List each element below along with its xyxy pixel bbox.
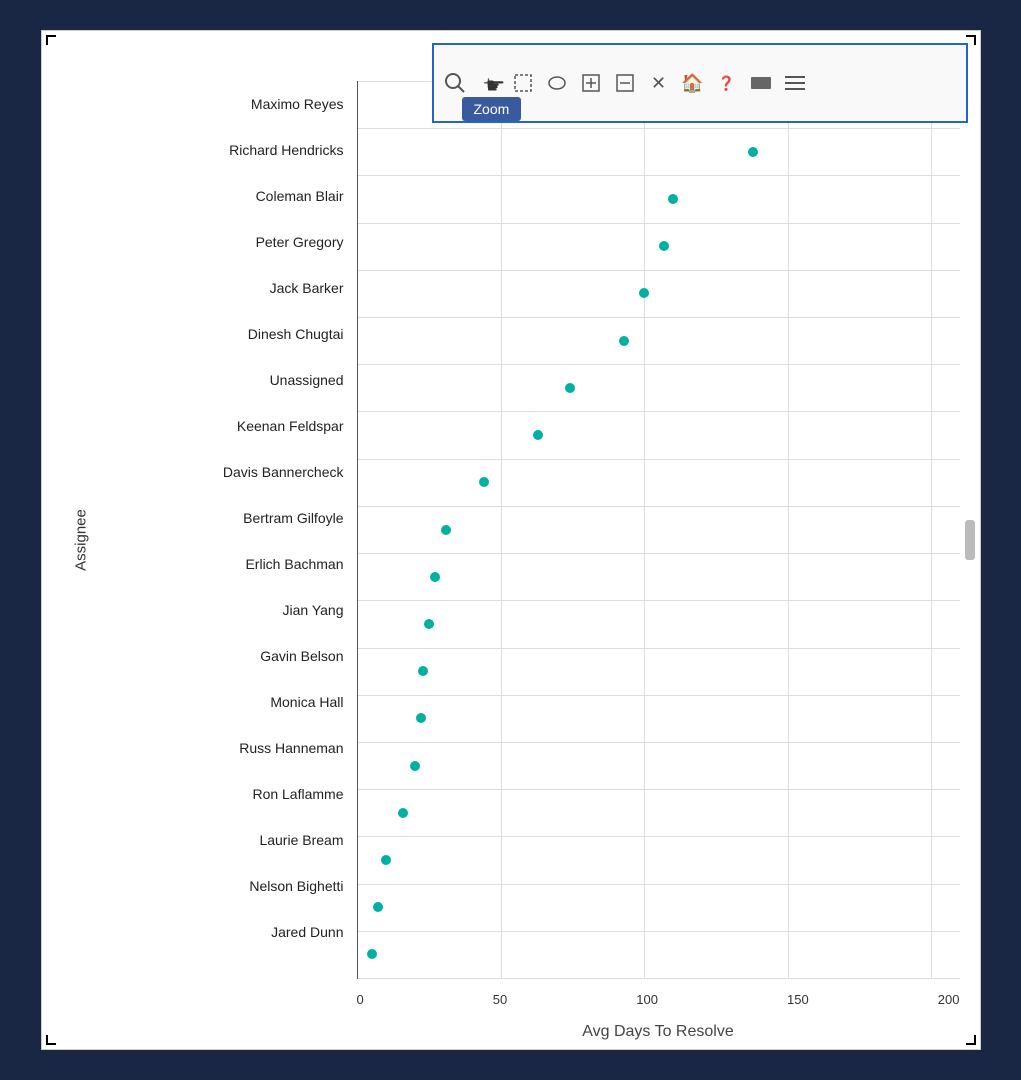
- grid-line-horizontal: [358, 553, 960, 554]
- grid-line-horizontal: [358, 742, 960, 743]
- add-tool-icon[interactable]: +: [476, 70, 502, 96]
- plus-tool-icon[interactable]: [578, 70, 604, 96]
- chart-toolbar: + ✕ 🏠 ❓ ☛ Zoom: [432, 43, 968, 123]
- data-dot[interactable]: [430, 572, 440, 582]
- grid-line-horizontal: [358, 364, 960, 365]
- row-label: Coleman Blair: [72, 173, 352, 219]
- grid-line-vertical: [501, 81, 502, 978]
- grid-line-horizontal: [358, 317, 960, 318]
- x-tick-label: 150: [787, 992, 809, 1007]
- data-dot[interactable]: [381, 855, 391, 865]
- chart-container: + ✕ 🏠 ❓ ☛ Zoom Assignee Maximo ReyesRich…: [41, 30, 981, 1050]
- x-axis-title: Avg Days To Resolve: [357, 1023, 960, 1041]
- grid-line-horizontal: [358, 836, 960, 837]
- row-label: Jared Dunn: [72, 909, 352, 955]
- data-dot[interactable]: [668, 194, 678, 204]
- data-dot[interactable]: [748, 147, 758, 157]
- row-label: Bertram Gilfoyle: [72, 495, 352, 541]
- data-dot[interactable]: [416, 713, 426, 723]
- minus-tool-icon[interactable]: [612, 70, 638, 96]
- x-tick-label: 0: [357, 992, 364, 1007]
- grid-line-horizontal: [358, 884, 960, 885]
- scroll-handle[interactable]: [965, 520, 975, 560]
- grid-line-vertical: [644, 81, 645, 978]
- grid-line-horizontal: [358, 175, 960, 176]
- grid-line-horizontal: [358, 223, 960, 224]
- data-dot[interactable]: [410, 761, 420, 771]
- grid-line-horizontal: [358, 789, 960, 790]
- home-tool-icon[interactable]: 🏠: [680, 70, 706, 96]
- x-tick-label: 200: [938, 992, 960, 1007]
- grid-line-horizontal: [358, 411, 960, 412]
- grid-line-vertical: [788, 81, 789, 978]
- data-dot[interactable]: [398, 808, 408, 818]
- row-label: Davis Bannercheck: [72, 449, 352, 495]
- rectangle-tool-icon[interactable]: [748, 70, 774, 96]
- row-label: Unassigned: [72, 357, 352, 403]
- grid-line-horizontal: [358, 459, 960, 460]
- grid-line-horizontal: [358, 600, 960, 601]
- grid-line-horizontal: [358, 978, 960, 979]
- grid-line-horizontal: [358, 506, 960, 507]
- row-label: Laurie Bream: [72, 817, 352, 863]
- row-label: Keenan Feldspar: [72, 403, 352, 449]
- data-dot[interactable]: [565, 383, 575, 393]
- x-tick-label: 100: [636, 992, 658, 1007]
- data-dot[interactable]: [659, 241, 669, 251]
- row-label: Gavin Belson: [72, 633, 352, 679]
- grid-line-horizontal: [358, 270, 960, 271]
- row-label: Erlich Bachman: [72, 541, 352, 587]
- grid-line-vertical: [931, 81, 932, 978]
- corner-decoration-tl: [46, 35, 56, 45]
- x-axis-ticks: 0 50 100 150 200: [357, 992, 960, 1007]
- row-label: Russ Hanneman: [72, 725, 352, 771]
- row-label: Jian Yang: [72, 587, 352, 633]
- row-label: Jack Barker: [72, 265, 352, 311]
- row-label: Ron Laflamme: [72, 771, 352, 817]
- plot-area: [357, 81, 960, 979]
- grid-line-horizontal: [358, 931, 960, 932]
- row-label: Richard Hendricks: [72, 127, 352, 173]
- grid-line-horizontal: [358, 128, 960, 129]
- data-dot[interactable]: [373, 902, 383, 912]
- zoom-tooltip: Zoom: [462, 97, 522, 121]
- row-label: Monica Hall: [72, 679, 352, 725]
- corner-decoration-br: [966, 1035, 976, 1045]
- row-labels: Maximo ReyesRichard HendricksColeman Bla…: [72, 81, 352, 955]
- data-dot[interactable]: [441, 525, 451, 535]
- corner-decoration-bl: [46, 1035, 56, 1045]
- grid-line-horizontal: [358, 648, 960, 649]
- data-dot[interactable]: [479, 477, 489, 487]
- data-dot[interactable]: [619, 336, 629, 346]
- zoom-tool-icon[interactable]: [442, 70, 468, 96]
- row-label: Nelson Bighetti: [72, 863, 352, 909]
- grid-line-horizontal: [358, 695, 960, 696]
- data-dot[interactable]: [639, 288, 649, 298]
- x-tick-label: 50: [493, 992, 507, 1007]
- data-dot[interactable]: [367, 949, 377, 959]
- select-tool-icon[interactable]: [510, 70, 536, 96]
- lasso-tool-icon[interactable]: [544, 70, 570, 96]
- menu-tool-icon[interactable]: [782, 70, 808, 96]
- data-dot[interactable]: [418, 666, 428, 676]
- data-dot[interactable]: [424, 619, 434, 629]
- row-label: Peter Gregory: [72, 219, 352, 265]
- cross-tool-icon[interactable]: ✕: [646, 70, 672, 96]
- help-tool-icon[interactable]: ❓: [714, 70, 740, 96]
- row-label: Dinesh Chugtai: [72, 311, 352, 357]
- data-dot[interactable]: [533, 430, 543, 440]
- row-label: Maximo Reyes: [72, 81, 352, 127]
